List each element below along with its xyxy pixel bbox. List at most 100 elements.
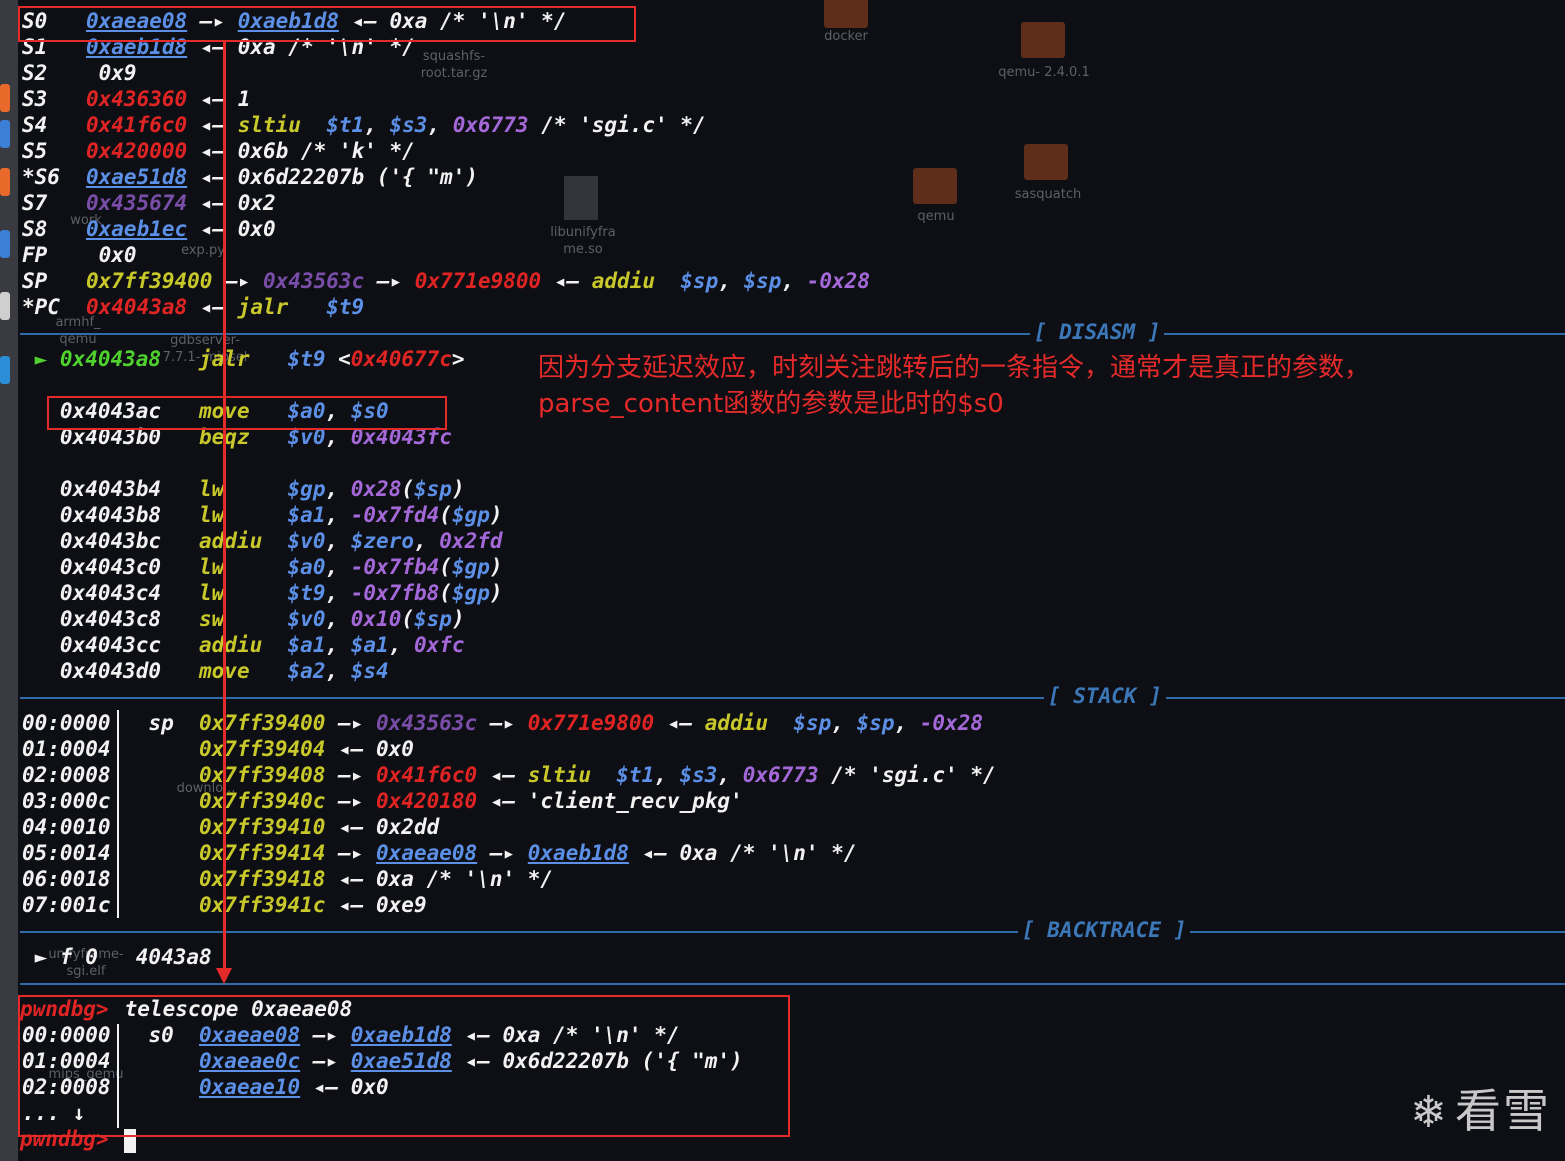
- snowflake-icon: ❄: [1410, 1087, 1449, 1138]
- file-icon[interactable]: [564, 176, 598, 220]
- token: $t9: [326, 295, 365, 319]
- token: 0x7ff39418: [199, 867, 326, 891]
- token: 0x9: [86, 61, 137, 85]
- launcher-app-icon[interactable]: [0, 120, 10, 148]
- token: 0x43563c: [376, 711, 478, 735]
- token: $sp: [414, 607, 452, 631]
- docker-folder-icon[interactable]: [824, 0, 868, 28]
- token: 00:0000: [22, 711, 124, 735]
- token: 07:001c: [22, 893, 124, 917]
- launcher-app-icon[interactable]: [0, 230, 10, 258]
- token: 0x7ff3941c: [199, 893, 326, 917]
- token: $t9: [287, 581, 326, 605]
- desktop-icon-label: squashfs- root.tar.gz: [420, 49, 488, 81]
- token: 0x10: [350, 607, 402, 631]
- launcher-app-icon[interactable]: [0, 168, 10, 196]
- token: ,: [325, 659, 351, 683]
- token: ◂— 0x2: [187, 191, 276, 215]
- token: 02:0008: [22, 763, 124, 787]
- token: ,: [325, 607, 351, 631]
- token: ◂— 0xe9: [325, 893, 427, 917]
- token: 0x771e9800: [527, 711, 655, 735]
- token: $sp: [680, 269, 719, 293]
- token: 0x40677c: [350, 347, 452, 371]
- token: (: [401, 477, 414, 501]
- token: ◂— 'client_recv_pkg': [477, 789, 743, 813]
- token: $a1: [287, 633, 326, 657]
- token: lw: [199, 581, 288, 605]
- token: ,: [413, 529, 440, 553]
- token: /* 'sgi.c' */: [818, 763, 996, 787]
- desktop-icon-label: libunifyfra me.so: [550, 225, 616, 257]
- token: $sp: [414, 477, 452, 501]
- token: $gp: [287, 477, 326, 501]
- launcher-app-icon[interactable]: [0, 292, 10, 320]
- token: 0x7ff39404: [199, 737, 326, 761]
- register-row: S2 0x9: [22, 60, 137, 86]
- token: 0x41f6c0: [86, 113, 188, 137]
- register-name: S5: [22, 139, 48, 163]
- qemu-folder-icon[interactable]: [913, 168, 957, 204]
- token: >: [451, 347, 465, 371]
- token: sw: [199, 607, 288, 631]
- qemu-folder-icon[interactable]: [1021, 22, 1065, 58]
- token: ): [489, 581, 503, 605]
- token: 0xaeb1ec: [86, 217, 188, 241]
- token: lw: [199, 555, 288, 579]
- token: $a2: [287, 659, 326, 683]
- register-name: S7: [22, 191, 48, 215]
- disasm-header: [ DISASM ]: [1030, 320, 1165, 344]
- token: 0x4043d0: [22, 659, 200, 683]
- launcher-app-icon[interactable]: [0, 84, 10, 112]
- launcher-sidebar: [0, 0, 18, 1161]
- register-name: SP: [22, 269, 48, 293]
- annotation-arrow-line: [223, 42, 226, 972]
- token: 0x0: [86, 243, 137, 267]
- token: 03:000c: [22, 789, 124, 813]
- token: $t1: [326, 113, 365, 137]
- token: 0x43563c: [263, 269, 365, 293]
- token: $s3: [389, 113, 428, 137]
- stack-separator: [20, 697, 1565, 699]
- token: 04:0010: [22, 815, 124, 839]
- stack-row: 06:0018 0x7ff39418 ◂— 0xa /* '\n' */: [22, 866, 553, 892]
- token: addiu: [199, 529, 288, 553]
- token: sp: [123, 711, 200, 735]
- desktop-icon-label: sasquatch: [1014, 187, 1082, 202]
- token: ,: [325, 555, 351, 579]
- token: (: [439, 503, 452, 527]
- token: 06:0018: [22, 867, 124, 891]
- token: 0x7ff3940c: [199, 789, 326, 813]
- token: 0x6773: [452, 113, 529, 137]
- sasquatch-folder-icon[interactable]: [1024, 144, 1068, 180]
- token: ): [451, 477, 465, 501]
- token: 0x7ff39400: [86, 269, 213, 293]
- token: 0x4043c4: [22, 581, 200, 605]
- token: $a1: [287, 503, 326, 527]
- token: ,: [717, 763, 743, 787]
- token: ◂— 0x0: [325, 737, 414, 761]
- token: 0xae51d8: [86, 165, 188, 189]
- register-row: FP 0x0: [22, 242, 137, 268]
- launcher-app-icon[interactable]: [0, 356, 10, 384]
- token: 0x771e9800: [414, 269, 542, 293]
- token: jalr: [237, 295, 327, 319]
- token: —▸: [325, 711, 377, 735]
- token: jalr: [199, 347, 288, 371]
- stack-row: 00:0000 sp 0x7ff39400 —▸ 0x43563c —▸ 0x7…: [22, 710, 983, 736]
- register-row: SP 0x7ff39400 —▸ 0x43563c —▸ 0x771e9800 ◂…: [22, 268, 870, 294]
- stack-header: [ STACK ]: [1044, 684, 1166, 708]
- disasm-row: ► 0x4043a8 jalr $t9 <0x40677c>: [22, 346, 465, 372]
- token: $v0: [287, 607, 326, 631]
- token: 0x420180: [376, 789, 478, 813]
- token: ,: [325, 633, 351, 657]
- register-name: FP: [22, 243, 48, 267]
- token: ,: [781, 269, 807, 293]
- token: 0x28: [350, 477, 402, 501]
- token: ,: [388, 633, 414, 657]
- desktop-icon-label: qemu: [917, 209, 955, 224]
- backtrace-separator: [20, 931, 1565, 933]
- token: 0x4043b8: [22, 503, 200, 527]
